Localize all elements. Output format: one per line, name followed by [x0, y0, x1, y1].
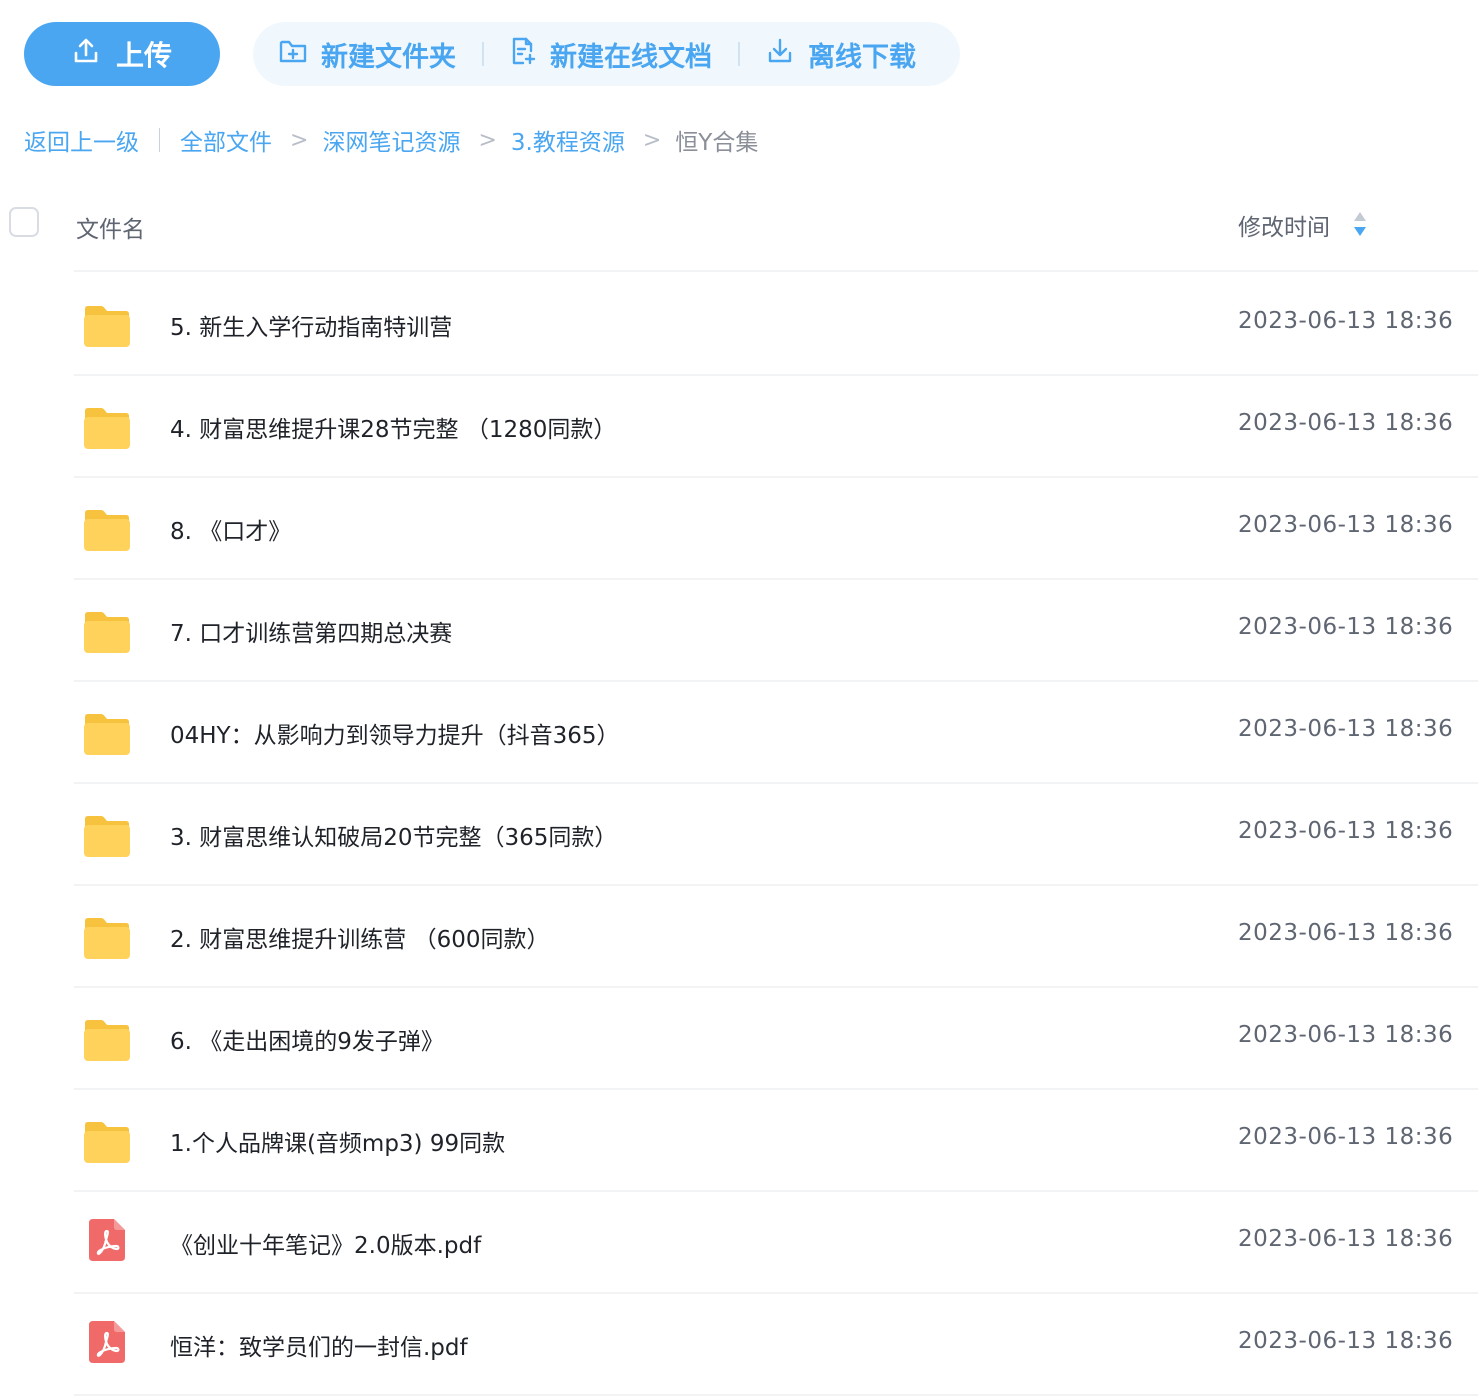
- folder-icon: [82, 610, 132, 658]
- upload-button[interactable]: 上传: [24, 22, 220, 86]
- modified-time: 2023-06-13 18:36: [1238, 1328, 1454, 1354]
- download-icon: [766, 37, 808, 72]
- table-row[interactable]: 6. 《走出困境的9发子弹》 2023-06-13 18:36: [0, 988, 1478, 1090]
- folder-icon: [82, 406, 132, 454]
- offline-download-button[interactable]: 离线下载: [766, 35, 916, 74]
- table-row[interactable]: 《创业十年笔记》2.0版本.pdf 2023-06-13 18:36: [0, 1192, 1478, 1294]
- file-name[interactable]: 5. 新生入学行动指南特训营: [170, 308, 452, 342]
- folder-icon: [82, 916, 132, 964]
- modified-time: 2023-06-13 18:36: [1238, 716, 1454, 742]
- new-online-doc-label: 新建在线文档: [550, 41, 712, 73]
- breadcrumb-separator: >: [478, 127, 497, 153]
- table-row[interactable]: 3. 财富思维认知破局20节完整（365同款） 2023-06-13 18:36: [0, 784, 1478, 886]
- file-name[interactable]: 6. 《走出困境的9发子弹》: [170, 1022, 444, 1056]
- modified-time: 2023-06-13 18:36: [1238, 512, 1454, 538]
- breadcrumb-item-all-files[interactable]: 全部文件: [180, 123, 272, 157]
- table-row[interactable]: 2. 财富思维提升训练营 （600同款） 2023-06-13 18:36: [0, 886, 1478, 988]
- table-row[interactable]: 04HY：从影响力到领导力提升（抖音365） 2023-06-13 18:36: [0, 682, 1478, 784]
- folder-icon: [82, 814, 132, 862]
- file-name[interactable]: 《创业十年笔记》2.0版本.pdf: [170, 1226, 481, 1260]
- folder-icon: [82, 1018, 132, 1066]
- table-row[interactable]: 7. 口才训练营第四期总决赛 2023-06-13 18:36: [0, 580, 1478, 682]
- modified-time: 2023-06-13 18:36: [1238, 1022, 1454, 1048]
- pdf-icon: [88, 1218, 126, 1266]
- folder-icon: [82, 508, 132, 556]
- new-folder-button[interactable]: 新建文件夹: [279, 35, 456, 74]
- tool-group: 新建文件夹 新建在线文档 离线下载: [253, 22, 960, 86]
- breadcrumb-separator: >: [290, 127, 309, 153]
- folder-icon: [82, 1120, 132, 1168]
- file-name[interactable]: 1.个人品牌课(音频mp3) 99同款: [170, 1124, 505, 1158]
- file-name[interactable]: 8. 《口才》: [170, 512, 291, 546]
- divider: [482, 42, 484, 66]
- breadcrumb-item-deepweb[interactable]: 深网笔记资源: [322, 123, 460, 157]
- file-name[interactable]: 2. 财富思维提升训练营 （600同款）: [170, 920, 549, 954]
- divider: [74, 270, 1478, 272]
- modified-time: 2023-06-13 18:36: [1238, 614, 1454, 640]
- offline-download-label: 离线下载: [808, 41, 916, 73]
- file-name[interactable]: 4. 财富思维提升课28节完整 （1280同款）: [170, 410, 616, 444]
- folder-plus-icon: [279, 38, 321, 71]
- modified-time: 2023-06-13 18:36: [1238, 1124, 1454, 1150]
- upload-label: 上传: [115, 39, 172, 72]
- table-row[interactable]: 恒洋：致学员们的一封信.pdf 2023-06-13 18:36: [0, 1294, 1478, 1396]
- column-header-time[interactable]: 修改时间: [1238, 208, 1330, 242]
- file-name[interactable]: 恒洋：致学员们的一封信.pdf: [170, 1328, 468, 1362]
- back-link[interactable]: 返回上一级: [24, 123, 139, 157]
- folder-icon: [82, 304, 132, 352]
- column-header-name[interactable]: 文件名: [76, 210, 145, 244]
- file-name[interactable]: 04HY：从影响力到领导力提升（抖音365）: [170, 716, 620, 750]
- breadcrumb-item-tutorials[interactable]: 3.教程资源: [511, 123, 625, 157]
- select-all-checkbox[interactable]: [9, 207, 39, 237]
- table-row[interactable]: 4. 财富思维提升课28节完整 （1280同款） 2023-06-13 18:36: [0, 376, 1478, 478]
- modified-time: 2023-06-13 18:36: [1238, 308, 1454, 334]
- breadcrumb: 返回上一级 全部文件 > 深网笔记资源 > 3.教程资源 > 恒Y合集: [24, 122, 758, 158]
- folder-icon: [82, 712, 132, 760]
- breadcrumb-item-current: 恒Y合集: [675, 130, 759, 156]
- toolbar: 上传 新建文件夹 新建在线文档 离线下载: [24, 22, 960, 86]
- doc-plus-icon: [510, 37, 550, 72]
- file-list: 5. 新生入学行动指南特训营 2023-06-13 18:36 4. 财富思维提升课…: [0, 274, 1478, 1396]
- file-name[interactable]: 7. 口才训练营第四期总决赛: [170, 614, 452, 648]
- modified-time: 2023-06-13 18:36: [1238, 1226, 1454, 1252]
- table-row[interactable]: 1.个人品牌课(音频mp3) 99同款 2023-06-13 18:36: [0, 1090, 1478, 1192]
- table-row[interactable]: 8. 《口才》 2023-06-13 18:36: [0, 478, 1478, 580]
- divider: [738, 42, 740, 66]
- sort-icon[interactable]: [1352, 210, 1368, 242]
- new-folder-label: 新建文件夹: [321, 41, 456, 73]
- new-online-doc-button[interactable]: 新建在线文档: [510, 35, 712, 74]
- upload-icon: [72, 37, 116, 72]
- modified-time: 2023-06-13 18:36: [1238, 410, 1454, 436]
- table-header: 文件名 修改时间: [0, 190, 1478, 272]
- divider: [159, 128, 160, 152]
- breadcrumb-separator: >: [642, 127, 662, 153]
- modified-time: 2023-06-13 18:36: [1238, 920, 1454, 946]
- modified-time: 2023-06-13 18:36: [1238, 818, 1454, 844]
- pdf-icon: [88, 1320, 126, 1368]
- table-row[interactable]: 5. 新生入学行动指南特训营 2023-06-13 18:36: [0, 274, 1478, 376]
- file-name[interactable]: 3. 财富思维认知破局20节完整（365同款）: [170, 818, 617, 852]
